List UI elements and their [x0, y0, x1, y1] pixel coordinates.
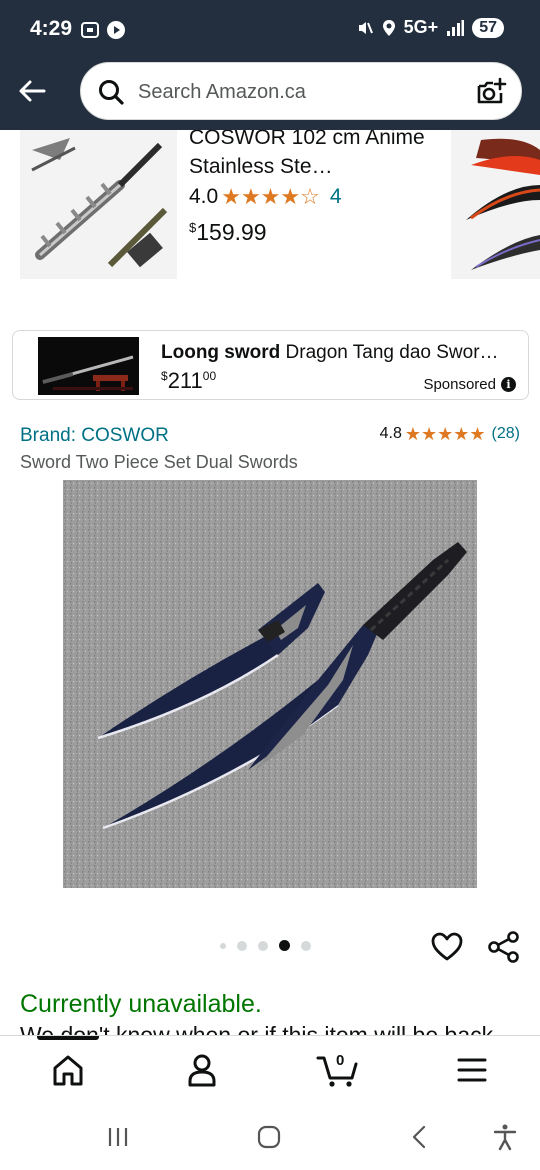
- bottom-navigation: 0: [0, 1035, 540, 1105]
- pagination-dot[interactable]: [258, 940, 268, 951]
- product-title: Sword Two Piece Set Dual Swords: [20, 452, 298, 472]
- star-full-icon: ★: [420, 424, 438, 444]
- carousel-product-rating[interactable]: 4.0 ★ ★ ★ ★ ☆ 4: [189, 185, 342, 209]
- currency-symbol: $: [161, 369, 168, 383]
- signal-icon: [447, 19, 465, 36]
- mute-icon: [358, 21, 373, 34]
- back-arrow-icon[interactable]: [14, 73, 50, 109]
- status-time: 4:29: [30, 17, 73, 40]
- sponsored-text: Sponsored: [423, 376, 496, 393]
- image-pagination-dots: [220, 940, 311, 951]
- status-notification-icons: [80, 20, 126, 40]
- sponsored-title-brand: Loong sword: [161, 342, 281, 363]
- menu-icon[interactable]: [452, 1052, 492, 1088]
- sponsored-title-rest: Dragon Tang dao Swor…: [280, 342, 499, 363]
- star-full-icon: ★: [280, 184, 301, 209]
- heart-icon[interactable]: [430, 930, 464, 964]
- carousel-product-price: $159.99: [189, 219, 267, 246]
- app-header: [0, 60, 540, 130]
- brand-link[interactable]: Brand: COSWOR: [20, 425, 169, 447]
- product-star-rating: ★ ★ ★ ★ ★: [405, 425, 486, 443]
- pagination-dot[interactable]: [220, 942, 226, 949]
- carousel-product-title[interactable]: COSWOR 102 cm Anime Stainless Ste…: [189, 130, 434, 181]
- search-icon: [99, 80, 124, 105]
- sponsored-product-price: $21100: [161, 368, 216, 394]
- recent-apps-icon[interactable]: [103, 1122, 133, 1152]
- sponsored-product-card[interactable]: Loong sword Dragon Tang dao Swor… $21100…: [12, 330, 529, 400]
- star-full-icon: ★: [240, 184, 261, 209]
- carousel-product-image[interactable]: [20, 130, 177, 279]
- search-input[interactable]: [138, 78, 468, 106]
- price-amount: 159.99: [196, 219, 267, 245]
- pagination-dot[interactable]: [237, 940, 247, 951]
- star-empty-icon: ☆: [300, 184, 320, 209]
- info-icon[interactable]: i: [501, 377, 516, 392]
- cart-button[interactable]: 0: [316, 1052, 360, 1088]
- share-icon[interactable]: [487, 930, 521, 964]
- active-tab-indicator: [37, 1036, 99, 1040]
- carousel-product-image-next[interactable]: [451, 130, 540, 279]
- star-full-icon: ★: [453, 424, 470, 444]
- pagination-dot[interactable]: [301, 940, 311, 951]
- screenshot-icon: [81, 22, 99, 38]
- sponsored-product-image[interactable]: [38, 337, 139, 395]
- search-bar[interactable]: [80, 62, 522, 120]
- carousel-star-rating: ★ ★ ★ ★ ☆: [221, 186, 320, 208]
- sponsored-product-title[interactable]: Loong sword Dragon Tang dao Swor…: [161, 342, 516, 364]
- product-rating-value: 4.8: [379, 425, 402, 442]
- product-main-image[interactable]: [63, 480, 477, 888]
- related-products-carousel: COSWOR 102 cm Anime Stainless Ste… 4.0 ★…: [0, 130, 540, 290]
- back-icon[interactable]: [405, 1122, 435, 1152]
- star-full-icon: ★: [469, 424, 486, 444]
- status-right: 5G+ 57: [356, 17, 504, 38]
- price-whole: 211: [167, 368, 203, 393]
- star-full-icon: ★: [437, 424, 454, 444]
- availability-status: Currently unavailable.: [20, 990, 262, 1018]
- carousel-rating-value: 4.0: [189, 185, 219, 208]
- product-review-count[interactable]: (28): [492, 425, 520, 443]
- network-label: 5G+: [403, 17, 439, 37]
- battery-indicator: 57: [472, 17, 504, 38]
- location-icon: [382, 19, 395, 36]
- carousel-review-count[interactable]: 4: [330, 185, 342, 209]
- price-fraction: 00: [202, 369, 217, 383]
- camera-search-icon[interactable]: [475, 76, 507, 108]
- play-icon: [107, 21, 125, 39]
- pagination-dot-active[interactable]: [279, 940, 290, 951]
- product-rating[interactable]: 4.8 ★ ★ ★ ★ ★ (28): [380, 425, 520, 443]
- availability-note: We don't know when or if this item will …: [20, 1022, 494, 1035]
- home-icon[interactable]: [48, 1052, 88, 1088]
- home-button-icon[interactable]: [254, 1122, 284, 1152]
- status-bar: 4:29 5G+ 57: [0, 0, 540, 60]
- star-full-icon: ★: [404, 424, 421, 444]
- system-navigation-bar: [0, 1105, 540, 1170]
- sponsored-label[interactable]: Sponsored i: [423, 376, 516, 393]
- cart-count: 0: [336, 1052, 345, 1069]
- account-icon[interactable]: [182, 1052, 222, 1088]
- star-full-icon: ★: [260, 184, 281, 209]
- accessibility-icon[interactable]: [490, 1122, 520, 1152]
- star-full-icon: ★: [221, 184, 241, 209]
